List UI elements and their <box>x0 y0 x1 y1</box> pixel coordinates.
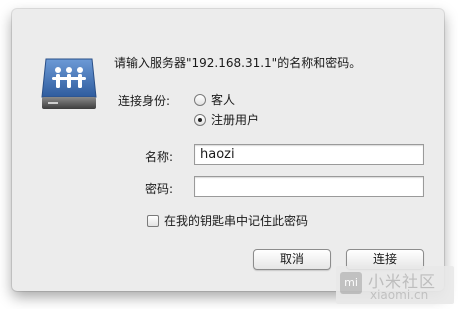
password-input[interactable] <box>194 176 424 197</box>
remember-in-keychain[interactable]: 在我的钥匙串中记住此密码 <box>147 212 308 229</box>
remember-in-keychain-checkbox[interactable] <box>147 214 159 227</box>
connect-as-label: 连接身份: <box>118 94 171 108</box>
radio-registered-user[interactable]: 注册用户 <box>194 111 259 128</box>
cancel-button[interactable]: 取消 <box>253 249 331 270</box>
dialog-prompt: 请输入服务器"192.168.31.1"的名称和密码。 <box>114 56 362 70</box>
radio-registered-user-label: 注册用户 <box>211 113 260 127</box>
xiaomi-community-watermark: mi 小米社区 xiaomi.cn <box>336 266 454 304</box>
remember-in-keychain-label: 在我的钥匙串中记住此密码 <box>164 214 309 228</box>
radio-registered-user-button[interactable] <box>194 113 206 126</box>
name-input[interactable]: haozi <box>194 144 424 165</box>
xiaomi-logo-icon: mi <box>340 272 362 294</box>
network-server-icon <box>41 58 97 109</box>
radio-guest-label: 客人 <box>211 93 236 107</box>
radio-guest[interactable]: 客人 <box>194 91 235 108</box>
radio-guest-button[interactable] <box>194 93 206 106</box>
password-label: 密码: <box>145 182 174 196</box>
name-label: 名称: <box>145 150 174 164</box>
watermark-subtitle: xiaomi.cn <box>370 288 429 302</box>
